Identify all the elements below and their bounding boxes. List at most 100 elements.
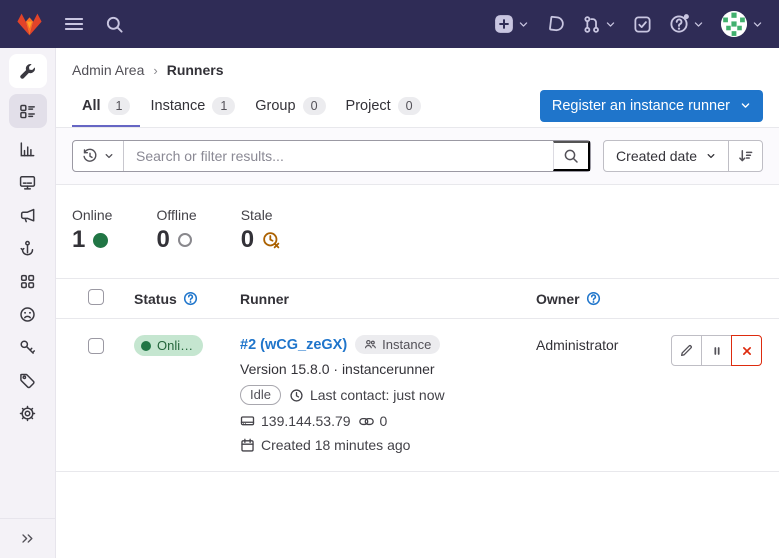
- runner-summary-cell: #2 (wCG_zeGX) Instance Version 15.8.0 · …: [240, 335, 536, 453]
- status-help-icon[interactable]: [183, 291, 198, 306]
- help-menu[interactable]: [669, 14, 704, 34]
- search-box: [72, 140, 591, 172]
- runner-created: Created 18 minutes ago: [261, 437, 410, 453]
- issues-icon[interactable]: [546, 15, 565, 34]
- search-submit-button[interactable]: [553, 141, 590, 171]
- chevron-down-icon: [693, 19, 704, 30]
- column-runner: Runner: [240, 291, 289, 307]
- pause-icon: [710, 344, 724, 358]
- avatar: [721, 11, 747, 37]
- search-history-dropdown[interactable]: [73, 141, 124, 171]
- sidebar-item-system-hooks[interactable]: [9, 233, 47, 263]
- runner-ip: 139.144.53.79: [261, 413, 351, 429]
- stat-offline: Offline 0: [156, 207, 196, 252]
- sort-direction-button[interactable]: [728, 141, 762, 171]
- tab-instance[interactable]: Instance 1: [140, 84, 245, 127]
- frown-icon: [19, 306, 36, 323]
- key-icon: [19, 339, 36, 356]
- search-input[interactable]: [124, 148, 553, 164]
- breadcrumb: Admin Area › Runners: [56, 48, 779, 84]
- clock-icon: [289, 388, 304, 403]
- breadcrumb-separator: ›: [153, 63, 157, 78]
- runner-status-badge: Onli…: [134, 335, 203, 356]
- column-owner: Owner: [536, 291, 580, 307]
- sidebar-item-monitoring[interactable]: [9, 167, 47, 197]
- user-menu[interactable]: [721, 11, 763, 37]
- top-navbar: [0, 0, 779, 48]
- breadcrumb-admin-area[interactable]: Admin Area: [72, 62, 144, 78]
- chevron-down-icon: [706, 151, 716, 161]
- runner-link[interactable]: #2 (wCG_zeGX): [240, 337, 347, 353]
- sidebar-item-abuse-reports[interactable]: [9, 299, 47, 329]
- online-dot-icon: [141, 341, 151, 351]
- runner-state-badge: Idle: [240, 385, 281, 405]
- notification-dot: [684, 14, 689, 19]
- tab-project[interactable]: Project 0: [336, 84, 431, 127]
- host-icon: [240, 414, 255, 429]
- sidebar-item-admin-area[interactable]: [9, 54, 47, 88]
- chevron-down-icon: [104, 151, 114, 161]
- chevron-down-icon: [752, 19, 763, 30]
- search-icon[interactable]: [105, 15, 124, 34]
- sidebar-item-overview[interactable]: [9, 94, 47, 128]
- todos-icon[interactable]: [633, 15, 652, 34]
- tab-instance-count: 1: [212, 97, 235, 115]
- stale-status-icon: [262, 231, 281, 250]
- analytics-icon: [19, 141, 36, 158]
- chevron-down-icon: [518, 19, 529, 30]
- tab-all[interactable]: All 1: [72, 84, 140, 127]
- chevron-down-icon: [740, 100, 751, 111]
- delete-runner-button[interactable]: [731, 335, 762, 366]
- runner-actions: [671, 335, 763, 366]
- sort-descending-icon: [738, 148, 754, 164]
- hamburger-icon[interactable]: [64, 14, 84, 34]
- merge-requests-menu[interactable]: [582, 15, 616, 34]
- double-chevron-right-icon: [20, 531, 35, 546]
- last-contact: Last contact: just now: [310, 387, 445, 403]
- tab-project-count: 0: [398, 97, 421, 115]
- megaphone-icon: [19, 207, 36, 224]
- register-runner-button[interactable]: Register an instance runner: [540, 90, 763, 122]
- link-icon: [359, 414, 374, 429]
- select-all-checkbox[interactable]: [88, 289, 104, 305]
- sidebar-item-labels[interactable]: [9, 365, 47, 395]
- calendar-icon: [240, 438, 255, 453]
- breadcrumb-runners: Runners: [167, 62, 224, 78]
- sort-by-dropdown[interactable]: Created date: [604, 141, 728, 171]
- sidebar-item-settings[interactable]: [9, 398, 47, 428]
- runner-type-badge: Instance: [355, 335, 440, 354]
- chevron-down-icon: [605, 19, 616, 30]
- stat-online: Online 1: [72, 207, 112, 252]
- edit-runner-button[interactable]: [671, 335, 702, 366]
- row-checkbox[interactable]: [88, 338, 104, 354]
- runner-owner: Administrator: [536, 335, 671, 353]
- hook-icon: [19, 240, 36, 257]
- new-menu-button[interactable]: [494, 14, 529, 34]
- history-icon: [82, 148, 98, 164]
- sidebar-item-messages[interactable]: [9, 200, 47, 230]
- admin-sidebar: [0, 48, 56, 558]
- runner-row: Onli… #2 (wCG_zeGX) Instance Version 15.…: [56, 319, 779, 472]
- sidebar-collapse-toggle[interactable]: [0, 518, 55, 558]
- pause-runner-button[interactable]: [701, 335, 732, 366]
- online-status-icon: [93, 233, 108, 248]
- sidebar-item-applications[interactable]: [9, 266, 47, 296]
- monitor-icon: [19, 174, 36, 191]
- runner-status-stats: Online 1 Offline 0 Stale 0: [56, 185, 779, 278]
- main-content: Admin Area › Runners All 1 Instance 1 Gr…: [56, 48, 779, 558]
- tab-group[interactable]: Group 0: [245, 84, 335, 127]
- runners-table-header: Status Runner Owner: [56, 278, 779, 319]
- sidebar-item-credentials[interactable]: [9, 332, 47, 362]
- sort-control: Created date: [603, 140, 763, 172]
- stat-stale: Stale 0: [241, 207, 281, 252]
- tab-all-count: 1: [108, 97, 131, 115]
- pencil-icon: [679, 343, 694, 358]
- owner-help-icon[interactable]: [586, 291, 601, 306]
- people-icon: [364, 338, 377, 351]
- runner-version: Version 15.8.0 · instancerunner: [240, 361, 536, 377]
- grid-icon: [19, 273, 36, 290]
- gitlab-logo[interactable]: [16, 12, 43, 37]
- filter-bar: Created date: [56, 128, 779, 185]
- tag-icon: [19, 372, 36, 389]
- sidebar-item-analytics[interactable]: [9, 134, 47, 164]
